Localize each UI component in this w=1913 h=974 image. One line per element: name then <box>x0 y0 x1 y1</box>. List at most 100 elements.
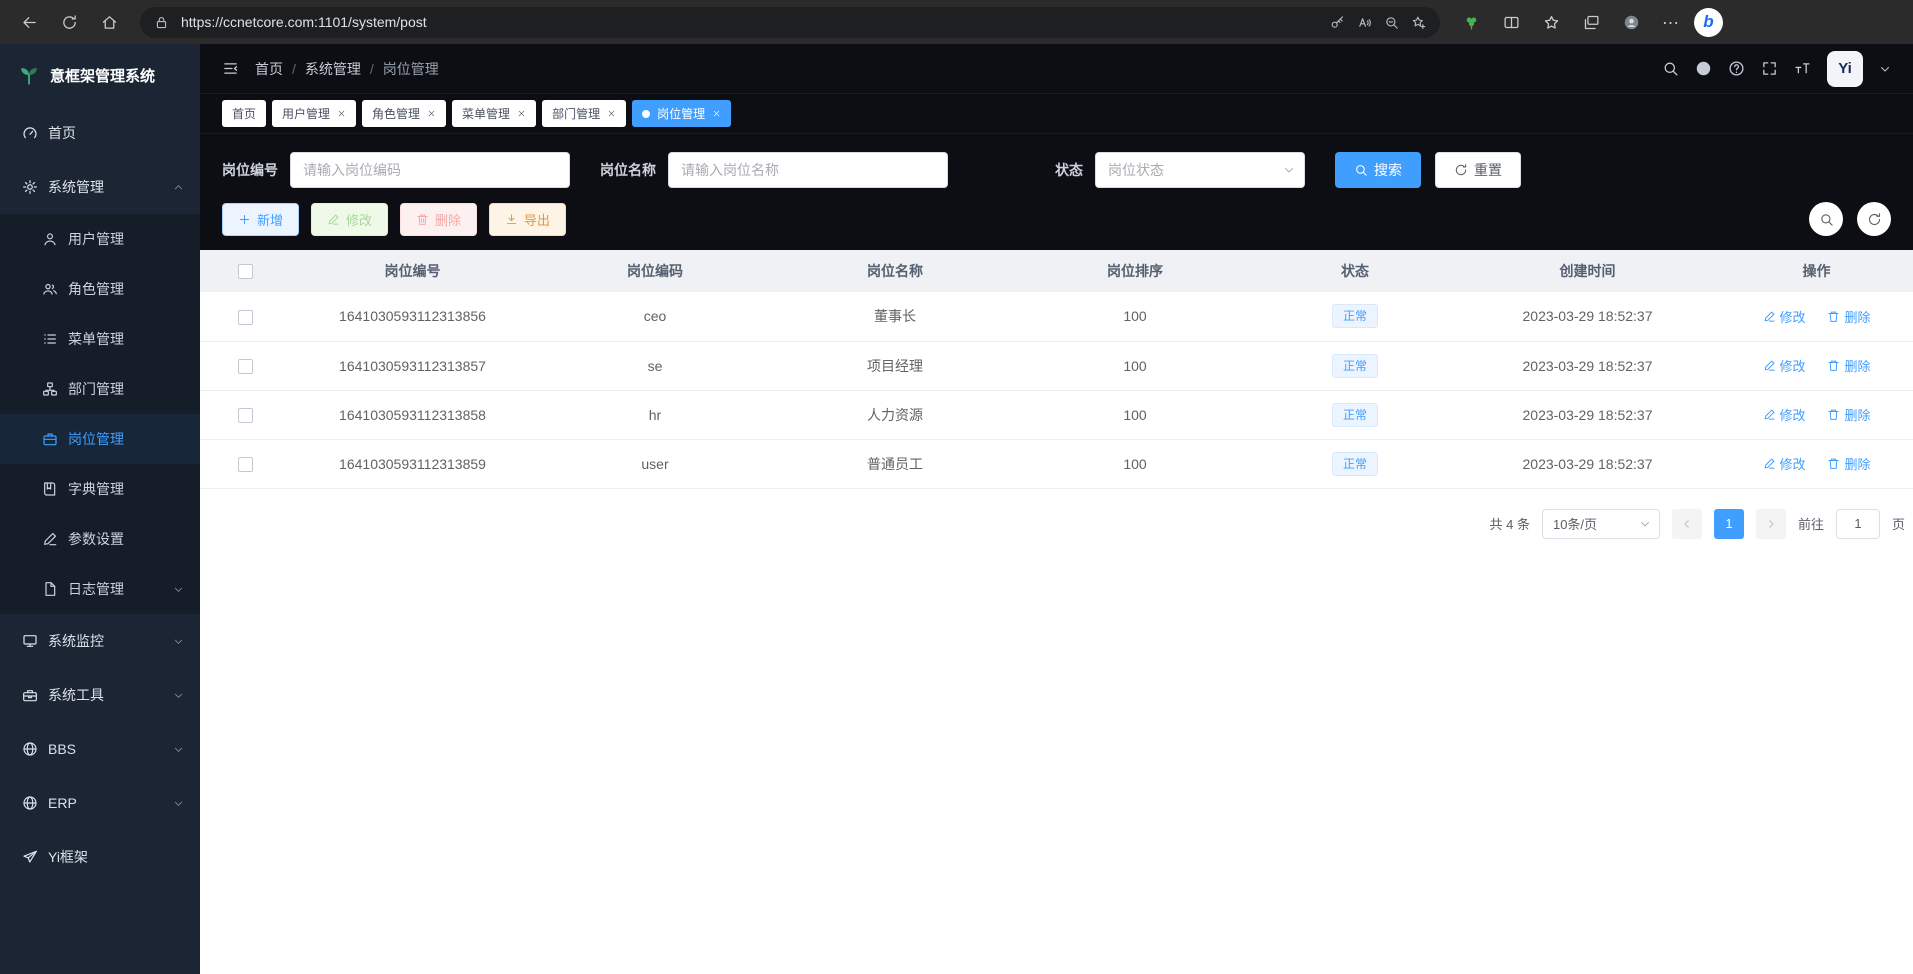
url-text[interactable]: https://ccnetcore.com:1101/system/post <box>181 14 1318 30</box>
post-name-input[interactable] <box>668 152 948 188</box>
trash-icon <box>1827 310 1840 323</box>
sidebar-item-user-management[interactable]: 用户管理 <box>0 214 200 264</box>
sidebar-item-post-management[interactable]: 岗位管理 <box>0 414 200 464</box>
row-edit-button[interactable]: 修改 <box>1763 454 1806 473</box>
sidebar-item-system-tools[interactable]: 系统工具 <box>0 668 200 722</box>
goto-page-input[interactable] <box>1836 509 1880 539</box>
show-search-toggle-button[interactable] <box>1809 202 1843 236</box>
column-header: 创建时间 <box>1455 250 1720 292</box>
sidebar-item-department-management[interactable]: 部门管理 <box>0 364 200 414</box>
row-edit-button[interactable]: 修改 <box>1763 307 1806 326</box>
add-favorite-star-icon[interactable] <box>1411 15 1426 30</box>
sidebar-item-erp[interactable]: ERP <box>0 776 200 830</box>
sidebar-item-home[interactable]: 首页 <box>0 106 200 160</box>
table-row: 1641030593112313857 se 项目经理 100 正常 2023-… <box>200 341 1913 390</box>
row-delete-label: 删除 <box>1844 356 1870 375</box>
browser-home-button[interactable] <box>92 5 126 39</box>
post-code-input[interactable] <box>290 152 570 188</box>
row-delete-button[interactable]: 删除 <box>1827 454 1870 473</box>
tab-menu-management[interactable]: 菜单管理 <box>452 100 536 127</box>
fullscreen-icon[interactable] <box>1761 60 1778 77</box>
filter-post-code: 岗位编号 <box>222 152 570 188</box>
sidebar-item-yi-framework[interactable]: Yi框架 <box>0 830 200 884</box>
edit-icon <box>1763 359 1776 372</box>
table-header-row: 岗位编号 岗位编码 岗位名称 岗位排序 状态 创建时间 操作 <box>200 250 1913 292</box>
sidebar-item-bbs[interactable]: BBS <box>0 722 200 776</box>
github-icon[interactable] <box>1695 60 1712 77</box>
edit-button-disabled[interactable]: 修改 <box>311 203 388 236</box>
export-button[interactable]: 导出 <box>489 203 566 236</box>
sidebar-item-menu-management[interactable]: 菜单管理 <box>0 314 200 364</box>
header-search-icon[interactable] <box>1662 60 1679 77</box>
collections-icon[interactable] <box>1574 5 1608 39</box>
close-icon[interactable] <box>427 109 436 118</box>
next-page-button[interactable] <box>1756 509 1786 539</box>
row-checkbox[interactable] <box>238 457 253 472</box>
filter-post-name: 岗位名称 <box>600 152 948 188</box>
browser-back-button[interactable] <box>12 5 46 39</box>
address-bar[interactable]: https://ccnetcore.com:1101/system/post <box>140 7 1440 38</box>
split-screen-icon[interactable] <box>1494 5 1528 39</box>
font-size-icon[interactable] <box>1794 60 1811 77</box>
refresh-table-button[interactable] <box>1857 202 1891 236</box>
close-icon[interactable] <box>337 109 346 118</box>
tab-role-management[interactable]: 角色管理 <box>362 100 446 127</box>
user-menu-caret-icon[interactable] <box>1879 63 1891 75</box>
tab-department-management[interactable]: 部门管理 <box>542 100 626 127</box>
row-delete-label: 删除 <box>1844 454 1870 473</box>
edit-icon <box>42 531 58 547</box>
search-button[interactable]: 搜索 <box>1335 152 1421 188</box>
read-aloud-icon[interactable] <box>1357 15 1372 30</box>
help-question-icon[interactable] <box>1728 60 1745 77</box>
row-checkbox[interactable] <box>238 310 253 325</box>
close-icon[interactable] <box>517 109 526 118</box>
browser-refresh-button[interactable] <box>52 5 86 39</box>
profile-avatar-icon[interactable] <box>1614 5 1648 39</box>
sidebar-item-label: 用户管理 <box>68 229 124 249</box>
zoom-out-icon[interactable] <box>1384 15 1399 30</box>
menu-fold-icon[interactable] <box>222 60 239 77</box>
copilot-bing-icon[interactable]: b <box>1694 8 1723 37</box>
tab-post-management-active[interactable]: 岗位管理 <box>632 100 731 127</box>
tab-user-management[interactable]: 用户管理 <box>272 100 356 127</box>
extension-icon[interactable] <box>1454 5 1488 39</box>
cell-create-time: 2023-03-29 18:52:37 <box>1455 341 1720 390</box>
select-all-checkbox[interactable] <box>238 264 253 279</box>
sidebar-item-log-management[interactable]: 日志管理 <box>0 564 200 614</box>
row-delete-button[interactable]: 删除 <box>1827 405 1870 424</box>
close-icon[interactable] <box>607 109 616 118</box>
lock-icon[interactable] <box>154 15 169 30</box>
prev-page-button[interactable] <box>1672 509 1702 539</box>
sidebar-item-label: 参数设置 <box>68 529 124 549</box>
cell-post-code: ceo <box>535 292 775 341</box>
row-delete-button[interactable]: 删除 <box>1827 307 1870 326</box>
browser-more-menu[interactable]: … <box>1654 5 1688 39</box>
row-checkbox[interactable] <box>238 408 253 423</box>
breadcrumb-home[interactable]: 首页 <box>255 59 283 79</box>
breadcrumb-system-management[interactable]: 系统管理 <box>305 59 361 79</box>
active-tab-dot <box>642 110 650 118</box>
reset-button[interactable]: 重置 <box>1435 152 1521 188</box>
row-checkbox[interactable] <box>238 359 253 374</box>
browser-toolbar: https://ccnetcore.com:1101/system/post …… <box>0 0 1913 44</box>
status-select[interactable]: 岗位状态 <box>1095 152 1305 188</box>
monitor-icon <box>22 633 38 649</box>
row-edit-button[interactable]: 修改 <box>1763 405 1806 424</box>
tab-home[interactable]: 首页 <box>222 100 266 127</box>
password-key-icon[interactable] <box>1330 15 1345 30</box>
sidebar-item-dictionary-management[interactable]: 字典管理 <box>0 464 200 514</box>
sidebar-item-label: 岗位管理 <box>68 429 124 449</box>
page-number-current[interactable]: 1 <box>1714 509 1744 539</box>
row-delete-button[interactable]: 删除 <box>1827 356 1870 375</box>
sidebar-item-system-monitor[interactable]: 系统监控 <box>0 614 200 668</box>
delete-button-disabled[interactable]: 删除 <box>400 203 477 236</box>
user-avatar[interactable]: Yi <box>1827 51 1863 87</box>
page-size-select[interactable]: 10条/页 <box>1542 509 1660 539</box>
sidebar-item-system-management[interactable]: 系统管理 <box>0 160 200 214</box>
row-edit-button[interactable]: 修改 <box>1763 356 1806 375</box>
sidebar-item-parameter-settings[interactable]: 参数设置 <box>0 514 200 564</box>
add-button[interactable]: 新增 <box>222 203 299 236</box>
favorites-star-icon[interactable] <box>1534 5 1568 39</box>
sidebar-item-role-management[interactable]: 角色管理 <box>0 264 200 314</box>
close-icon[interactable] <box>712 109 721 118</box>
